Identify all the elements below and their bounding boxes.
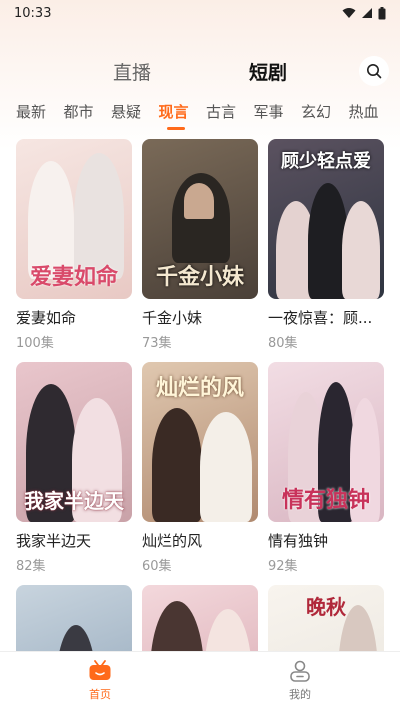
- battery-icon: [378, 6, 386, 19]
- category-tab-ancient-romance[interactable]: 古言: [206, 100, 254, 130]
- drama-poster: 灿烂的风: [142, 362, 258, 522]
- drama-card[interactable]: 我家半边天 我家半边天 82集: [16, 362, 132, 574]
- category-tab-action[interactable]: 热血: [349, 100, 397, 130]
- search-button[interactable]: [359, 56, 389, 86]
- category-tabs: 最新 都市 悬疑 现言 古言 军事 玄幻 热血: [0, 100, 400, 132]
- drama-card[interactable]: 千金小妹 千金小妹 73集: [142, 139, 258, 351]
- drama-title: 情有独钟: [268, 532, 329, 550]
- drama-card[interactable]: 情有独钟 情有独钟 92集: [268, 362, 384, 574]
- drama-card[interactable]: 灿烂的风 灿烂的风 60集: [142, 362, 258, 574]
- status-icons: [342, 6, 386, 20]
- nav-me[interactable]: 我的: [270, 660, 330, 702]
- episode-count: 73集: [142, 336, 172, 351]
- category-tab-suspense[interactable]: 悬疑: [111, 100, 159, 130]
- drama-poster: 千金小妹: [142, 139, 258, 299]
- signal-icon: [362, 8, 372, 18]
- poster-title-art: 晚秋: [306, 595, 346, 619]
- episode-count: 60集: [142, 559, 172, 574]
- episode-count: 82集: [16, 559, 46, 574]
- drama-card[interactable]: 爱妻如命 爱妻如命 100集: [16, 139, 132, 351]
- drama-poster: 情有独钟: [268, 362, 384, 522]
- drama-poster: 顾少轻点爱: [268, 139, 384, 299]
- drama-card[interactable]: 顾少轻点爱 一夜惊喜：顾... 80集: [268, 139, 384, 351]
- drama-title: 灿烂的风: [142, 532, 203, 550]
- user-icon: [290, 660, 310, 682]
- tab-short-drama[interactable]: 短剧: [249, 58, 287, 85]
- bottom-navigation: 首页 我的: [0, 651, 400, 712]
- episode-count: 100集: [16, 336, 54, 351]
- nav-me-label: 我的: [289, 688, 311, 701]
- status-bar: 10:33: [0, 0, 400, 26]
- drama-poster: 爱妻如命: [16, 139, 132, 299]
- poster-title-art: 我家半边天: [24, 489, 124, 513]
- drama-title: 我家半边天: [16, 532, 92, 550]
- poster-title-art: 爱妻如命: [29, 264, 118, 290]
- tv-icon: [89, 660, 111, 680]
- nav-home-label: 首页: [89, 688, 111, 701]
- category-tab-modern-romance[interactable]: 现言: [159, 100, 207, 130]
- nav-home[interactable]: 首页: [70, 660, 130, 702]
- category-tab-military[interactable]: 军事: [254, 100, 302, 130]
- drama-title: 千金小妹: [142, 309, 203, 327]
- search-icon: [367, 64, 382, 79]
- category-tab-latest[interactable]: 最新: [16, 100, 64, 130]
- category-tab-urban[interactable]: 都市: [64, 100, 112, 130]
- poster-title-art: 灿烂的风: [155, 375, 244, 401]
- top-tabs: 直播 短剧: [0, 52, 400, 92]
- category-tab-fantasy[interactable]: 玄幻: [301, 100, 349, 130]
- wifi-icon: [342, 8, 356, 18]
- poster-title-art: 情有独钟: [281, 487, 370, 513]
- episode-count: 92集: [268, 559, 298, 574]
- episode-count: 80集: [268, 336, 298, 351]
- drama-title: 爱妻如命: [16, 309, 77, 327]
- tab-live[interactable]: 直播: [113, 58, 151, 85]
- poster-title-art: 千金小妹: [155, 264, 244, 290]
- status-time: 10:33: [14, 5, 52, 21]
- drama-title: 一夜惊喜：顾...: [268, 309, 373, 327]
- drama-poster: 我家半边天: [16, 362, 132, 522]
- poster-title-art: 顾少轻点爱: [281, 151, 371, 172]
